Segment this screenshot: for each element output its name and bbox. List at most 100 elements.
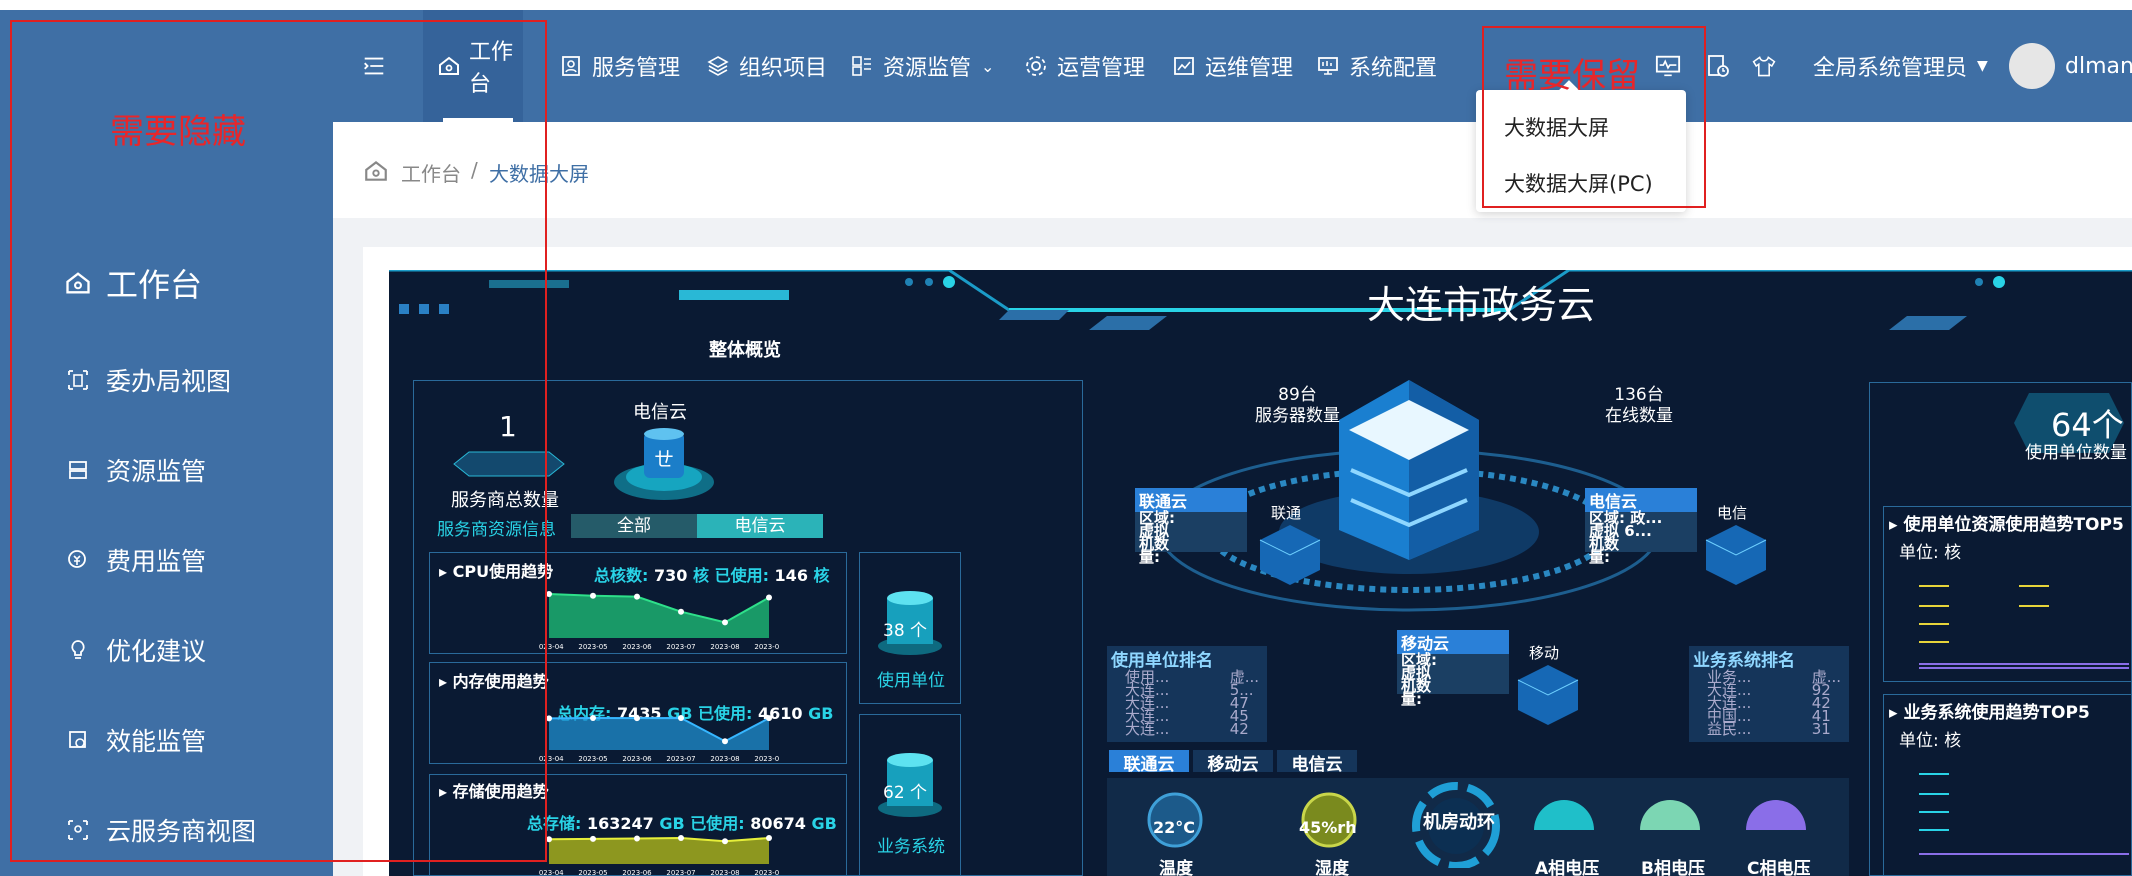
dropdown-item-bigscreen-pc[interactable]: 大数据大屏(PC) [1504, 168, 1653, 198]
dropdown-item-bigscreen[interactable]: 大数据大屏 [1504, 112, 1609, 142]
trend-point [590, 592, 596, 599]
mobile-info-card: 移动云 区域: 虚拟 机数 量: [1397, 630, 1509, 707]
sidebar-item-cloud-provider[interactable]: 云服务商视图 [64, 812, 256, 848]
telecom-info-card: 电信云 区域: 政... 虚拟 6... 机数 量: [1585, 488, 1697, 565]
cloud-tab-mobile[interactable]: 移动云 [1193, 750, 1273, 775]
trend-point [766, 715, 772, 722]
cpu-trend-title: ▸ CPU使用趋势 [439, 562, 554, 581]
memory-trend-title: ▸ 内存使用趋势 [439, 672, 549, 691]
nav-item-service[interactable]: 服务管理 [558, 10, 680, 122]
cpu-trend-chart: 2023-04 2023-05 2023-06 2023-07 2023-08 2023-… [539, 591, 779, 650]
home-icon [437, 53, 461, 79]
humidity-value: 45%rh [1299, 818, 1357, 837]
nav-label: 运维管理 [1205, 56, 1294, 81]
sidebar-item-resource[interactable]: 资源监管 [64, 452, 206, 488]
nav-label: 服务管理 [592, 56, 681, 81]
storage-trend-chart: 2023-04 2023-05 2023-06 2023-07 2023-08 2023-… [539, 835, 779, 876]
trend-point [678, 835, 684, 841]
trend-point [546, 715, 552, 722]
storage-summary: 总存储: 163247 GB 已使用: 80674 GB [527, 814, 837, 833]
unit-trend-unit: 单位: 核 [1899, 543, 1962, 563]
temperature-value: 22°C [1153, 818, 1196, 837]
telecom-logo-icon: ㄝ [614, 428, 714, 500]
nav-item-operations[interactable]: 运营管理 [1023, 10, 1145, 122]
sidebar-item-optimize[interactable]: 优化建议 [64, 632, 206, 668]
nav-item-system-config[interactable]: 系统配置 [1315, 10, 1437, 122]
gauge-icon [64, 726, 92, 754]
trend-point [590, 715, 596, 721]
storage-trend-title: ▸ 存储使用趋势 [439, 782, 549, 801]
keep-annotation-label: 需要保留 [1504, 56, 1640, 96]
unicom-cube-icon [1259, 525, 1321, 585]
tab-telecom[interactable]: 电信云 [697, 514, 823, 538]
overview-title: 整体概览 [709, 340, 781, 361]
account-name[interactable]: dlmanag [2065, 10, 2132, 122]
nav-label: 系统配置 [1349, 56, 1438, 81]
tab-all[interactable]: 全部 [571, 514, 697, 538]
trend-tick-label: 2023-06 [622, 755, 652, 762]
trend-point [634, 593, 640, 600]
server-icon [64, 456, 92, 484]
sidebar-item-workbench[interactable]: 工作台 [64, 260, 202, 306]
cpu-summary: 总核数: 730 核 已使用: 146 核 [594, 566, 830, 585]
system-rank-rows: 业务... 大连... 大连... 中国... 益民... 虚... 92 42 41 31 [1707, 668, 1841, 738]
trend-point [634, 835, 640, 842]
cloud-tab-telecom[interactable]: 电信云 [1277, 750, 1357, 775]
humidity-label: 湿度 [1315, 859, 1349, 876]
menu-toggle-button[interactable] [361, 10, 395, 122]
nav-item-org[interactable]: 组织项目 [705, 10, 827, 122]
trend-tick-label: 2023-09 [754, 755, 779, 762]
trend-tick-label: 2023-05 [578, 643, 607, 650]
breadcrumb-home[interactable]: 工作台 [401, 158, 461, 187]
voltage-c-gauge [1746, 800, 1806, 830]
sidebar-item-efficiency[interactable]: 效能监管 [64, 722, 206, 758]
voltage-a-label: A相电压 [1535, 859, 1600, 876]
theme-button[interactable] [1751, 10, 1785, 122]
unicom-fields: 区域: 虚拟 机数 量: [1139, 509, 1175, 566]
grid-icon [849, 53, 875, 79]
cloud-tab-unicom[interactable]: 联通云 [1109, 750, 1189, 775]
system-trend-title: ▸ 业务系统使用趋势TOP5 [1889, 703, 2090, 723]
home-icon [363, 158, 389, 188]
mobile-fields: 区域: 虚拟 机数 量: [1401, 651, 1437, 708]
nav-item-resource[interactable]: 资源监管 ⌄ [849, 10, 994, 122]
trend-point [766, 835, 772, 841]
user-role-dropdown[interactable]: 全局系统管理员 ▼ [1813, 10, 1988, 122]
trend-point [634, 715, 640, 722]
memory-trend-chart: 2023-04 2023-05 2023-06 2023-07 2023-08 2023-… [539, 715, 779, 762]
home-icon [64, 269, 92, 297]
units-total-label: 使用单位数量 [2025, 443, 2127, 463]
trend-point [546, 836, 552, 843]
trend-tick-label: 2023-08 [710, 643, 739, 650]
trend-tick-label: 2023-07 [666, 643, 695, 650]
system-rank-panel: 业务系统排名 业务... 大连... 大连... 中国... 益民... 虚... 92 4… [1689, 646, 1849, 742]
nav-item-workbench[interactable]: 工作台 [423, 10, 523, 122]
avatar[interactable] [2009, 43, 2055, 89]
voltage-a-gauge [1534, 800, 1594, 830]
telecom-label: 电信云 [633, 402, 687, 423]
trend-tick-label: 2023-06 [622, 869, 652, 876]
report-icon [1705, 53, 1731, 79]
account-label: dlmanag [2065, 53, 2132, 79]
report-button[interactable] [1705, 10, 1739, 122]
nav-label: 运营管理 [1057, 56, 1146, 81]
nav-item-maintenance[interactable]: 运维管理 [1171, 10, 1293, 122]
sidebar-item-cost[interactable]: 费用监管 [64, 542, 206, 578]
mobile-cube-icon [1517, 665, 1579, 725]
sidebar-item-bureau-view[interactable]: 委办局视图 [64, 362, 231, 398]
trend-tick-label: 2023-06 [622, 643, 652, 650]
cloud-icon [64, 816, 92, 844]
nav-label: 资源监管 [883, 56, 972, 81]
voltage-b-gauge [1640, 800, 1700, 830]
sidebar-item-label: 效能监管 [106, 727, 207, 756]
cost-icon [64, 546, 92, 574]
nav-label: 工作台 [469, 40, 514, 97]
temperature-label: 温度 [1159, 859, 1193, 876]
screen-title: 大连市政务云 [1367, 283, 1596, 327]
platform-icon [453, 451, 565, 477]
sidebar-item-label: 委办局视图 [106, 367, 232, 396]
user-card-icon [558, 53, 584, 79]
telecom-fields: 区域: 政... 虚拟 6... 机数 量: [1589, 509, 1663, 566]
sidebar-item-label: 优化建议 [106, 637, 207, 666]
monitor-icon [1315, 53, 1341, 79]
